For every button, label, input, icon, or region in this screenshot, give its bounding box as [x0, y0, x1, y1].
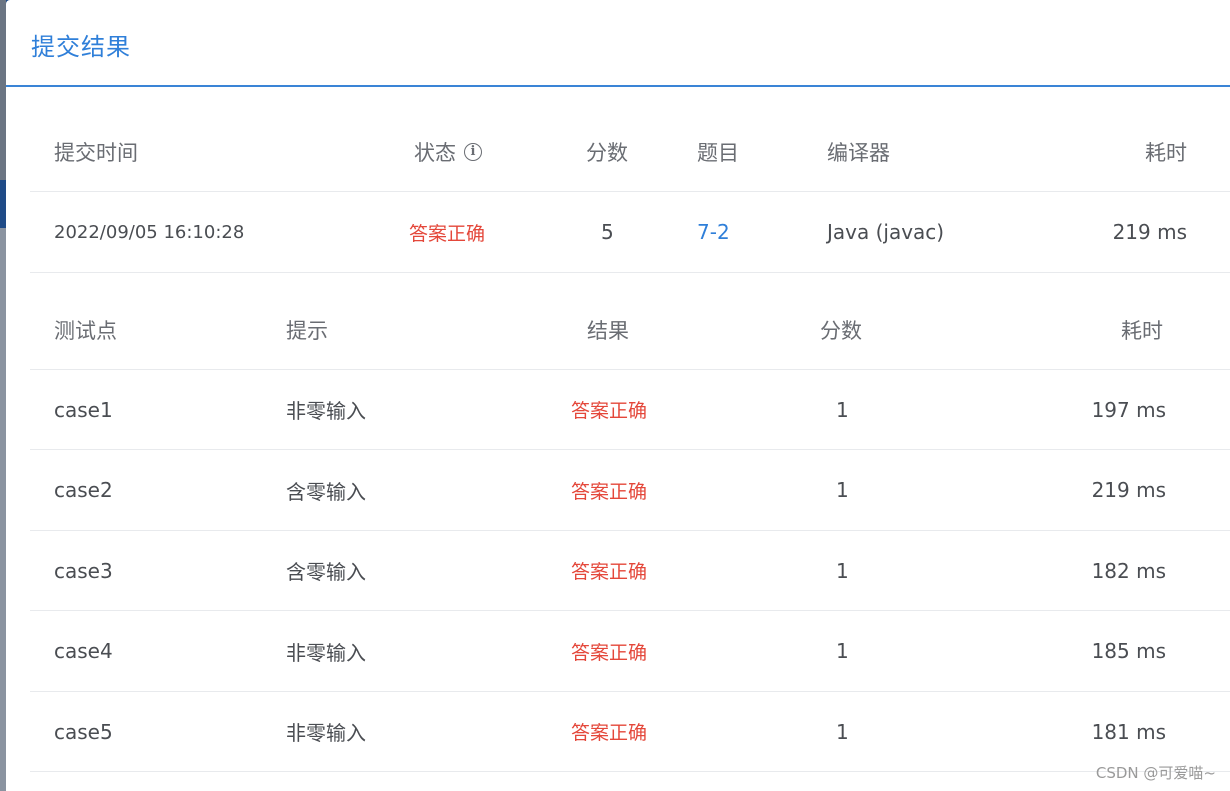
submission-score: 5 [601, 220, 614, 244]
testcase-row: case5 非零输入 答案正确 1 181 ms [30, 692, 1230, 772]
header-testcase: 测试点 [54, 318, 117, 343]
testcase-table: 测试点 提示 结果 分数 耗时 case1 非零输入 答案正确 1 197 ms… [30, 290, 1230, 772]
header-case-score: 分数 [820, 318, 862, 343]
dialog-header: 提交结果 [6, 0, 1230, 87]
testcase-elapsed: 185 ms [1091, 639, 1166, 663]
dialog-title: 提交结果 [31, 33, 131, 61]
header-score: 分数 [586, 140, 628, 165]
testcase-result: 答案正确 [571, 480, 648, 503]
testcase-hint: 非零输入 [286, 721, 366, 745]
header-case-elapsed: 耗时 [1121, 318, 1163, 343]
testcase-score: 1 [836, 719, 849, 744]
testcase-name: case4 [54, 639, 113, 663]
testcase-result: 答案正确 [571, 400, 648, 422]
info-circle-icon[interactable]: i [464, 142, 482, 161]
testcase-score: 1 [836, 478, 849, 502]
testcase-row: case2 含零输入 答案正确 1 219 ms [30, 450, 1230, 531]
submission-time: 2022/09/05 16:10:28 [54, 221, 245, 243]
testcase-table-header: 测试点 提示 结果 分数 耗时 [30, 290, 1230, 370]
header-problem: 题目 [697, 140, 739, 165]
testcase-elapsed: 197 ms [1091, 397, 1166, 422]
testcase-row: case4 非零输入 答案正确 1 185 ms [30, 611, 1230, 692]
header-status[interactable]: 状态 i [414, 112, 482, 191]
header-compiler: 编译器 [827, 140, 890, 165]
testcase-hint: 非零输入 [286, 640, 366, 665]
testcase-hint: 非零输入 [286, 399, 366, 423]
testcase-name: case5 [54, 719, 113, 744]
submission-compiler: Java (javac) [827, 220, 945, 244]
testcase-name: case3 [54, 558, 113, 583]
testcase-row: case3 含零输入 答案正确 1 182 ms [30, 531, 1230, 611]
testcase-hint: 含零输入 [286, 560, 366, 584]
submission-elapsed: 219 ms [1112, 220, 1187, 244]
header-result: 结果 [587, 318, 629, 343]
testcase-name: case2 [54, 478, 113, 502]
submission-table-header: 提交时间 状态 i 分数 题目 编译器 耗时 [30, 112, 1230, 192]
testcase-score: 1 [836, 558, 849, 583]
header-status-label: 状态 [414, 140, 456, 165]
testcase-hint: 含零输入 [286, 479, 366, 504]
watermark: CSDN @可爱喵~ [1095, 764, 1216, 782]
testcase-result: 答案正确 [571, 641, 648, 664]
testcase-score: 1 [836, 397, 849, 422]
header-submit-time: 提交时间 [54, 140, 138, 165]
submission-status: 答案正确 [409, 222, 486, 245]
testcase-elapsed: 181 ms [1091, 719, 1166, 744]
testcase-result: 答案正确 [571, 722, 648, 744]
header-hint: 提示 [286, 318, 328, 343]
testcase-elapsed: 219 ms [1091, 478, 1166, 502]
testcase-score: 1 [836, 639, 849, 663]
testcase-name: case1 [54, 397, 113, 422]
testcase-row: case1 非零输入 答案正确 1 197 ms [30, 370, 1230, 450]
submission-row: 2022/09/05 16:10:28 答案正确 5 7-2 Java (jav… [30, 192, 1230, 273]
submission-result-dialog: 提交结果 提交时间 状态 i 分数 题目 编译器 耗时 2022/09/05 1… [6, 0, 1230, 791]
problem-link[interactable]: 7-2 [697, 192, 730, 272]
testcase-elapsed: 182 ms [1091, 558, 1166, 583]
testcase-result: 答案正确 [571, 561, 648, 583]
submission-table: 提交时间 状态 i 分数 题目 编译器 耗时 2022/09/05 16:10:… [30, 112, 1230, 273]
header-elapsed: 耗时 [1145, 140, 1187, 165]
